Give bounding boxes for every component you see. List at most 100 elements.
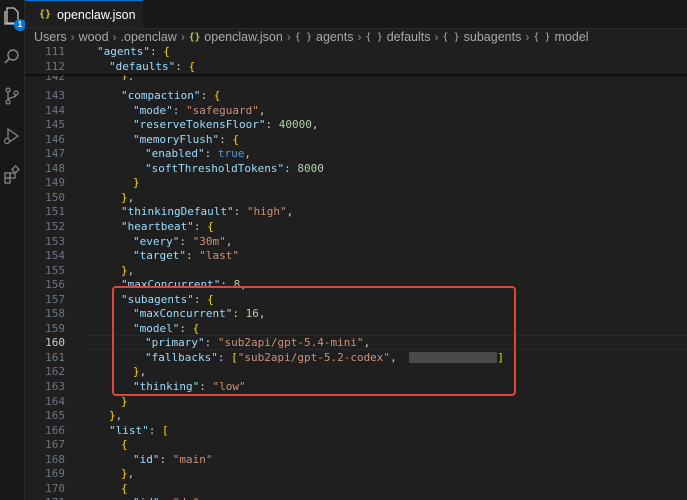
breadcrumb-item[interactable]: Users: [34, 30, 67, 44]
breadcrumb-item[interactable]: defaults: [387, 30, 431, 44]
line-number: 151: [45, 205, 65, 219]
line-number: 153: [45, 234, 65, 248]
code-text: "target": "last": [133, 249, 239, 263]
chevron-right-icon: ›: [434, 30, 439, 44]
line-number: 111: [45, 45, 65, 58]
line-number: 161: [45, 350, 65, 364]
json-file-icon: {}: [188, 31, 201, 43]
object-icon: { }: [365, 31, 383, 43]
line-number: 160: [45, 336, 65, 350]
line-number: 169: [45, 467, 65, 481]
breadcrumb-item[interactable]: wood: [79, 30, 109, 44]
code-text: "enabled": true,: [145, 147, 251, 161]
code-text: "reserveTokensFloor": 40000,: [133, 118, 319, 132]
chevron-right-icon: ›: [286, 30, 291, 44]
line-number: 146: [45, 132, 65, 146]
code-line[interactable]: 170 {: [25, 481, 687, 496]
code-line[interactable]: 147 "enabled": true,: [25, 146, 687, 161]
code-line[interactable]: 145 "reserveTokensFloor": 40000,: [25, 117, 687, 132]
line-number: 112: [45, 60, 65, 73]
code-text: "every": "30m",: [133, 234, 233, 248]
line-number: 167: [45, 438, 65, 452]
line-number: 150: [45, 190, 65, 204]
code-line[interactable]: 166 "list": [: [25, 423, 687, 438]
code-text: {: [121, 481, 128, 495]
line-number: 143: [45, 89, 65, 102]
line-number: 163: [45, 380, 65, 393]
code-text: },: [121, 467, 135, 481]
sticky-scroll-line[interactable]: 112 "defaults": {: [25, 59, 687, 74]
code-line[interactable]: 152 "heartbeat": {: [25, 219, 687, 234]
line-number: 166: [45, 423, 65, 437]
sticky-scroll-shadow: [25, 74, 687, 77]
code-line[interactable]: 150},: [25, 190, 687, 205]
code-line[interactable]: 153 "every": "30m",: [25, 234, 687, 249]
chevron-right-icon: ›: [70, 30, 75, 44]
line-number: 154: [45, 249, 65, 263]
breadcrumb-item[interactable]: .openclaw: [121, 30, 177, 44]
explorer-icon[interactable]: 1: [2, 6, 26, 31]
code-line[interactable]: 171 "id": "dm": [25, 495, 687, 500]
line-number: 145: [45, 118, 65, 132]
code-line[interactable]: 167 {: [25, 437, 687, 452]
sticky-scroll-line[interactable]: 111 "agents": {: [25, 44, 687, 59]
code-text: "id": "dm": [133, 495, 199, 500]
line-number: 158: [45, 307, 65, 321]
code-text: },: [121, 190, 135, 204]
tab-title: openclaw.json: [57, 7, 136, 22]
object-icon: { }: [533, 31, 551, 43]
code-line[interactable]: 144 "mode": "safeguard",: [25, 103, 687, 118]
code-text: "softThresholdTokens": 8000: [145, 161, 324, 175]
activity-bar: 1: [0, 0, 26, 500]
line-number: 144: [45, 103, 65, 117]
line-number: 157: [45, 292, 65, 306]
code-text: }: [133, 176, 140, 190]
chevron-right-icon: ›: [357, 30, 362, 44]
code-line[interactable]: 146 "memoryFlush": {: [25, 132, 687, 147]
tab-openclaw-json[interactable]: {} openclaw.json: [25, 0, 143, 28]
code-text: },: [121, 263, 135, 277]
red-annotation-box: [112, 286, 516, 396]
line-number: 147: [45, 147, 65, 161]
code-text: "compaction": {: [121, 89, 221, 102]
line-number: 152: [45, 219, 65, 233]
line-number: 168: [45, 452, 65, 466]
chevron-right-icon: ›: [180, 30, 185, 44]
code-line[interactable]: 154 "target": "last": [25, 248, 687, 263]
line-number: 149: [45, 176, 65, 190]
object-icon: { }: [294, 31, 312, 43]
line-number: 159: [45, 321, 65, 335]
breadcrumb-item[interactable]: agents: [316, 30, 354, 44]
breadcrumb: Users › wood › .openclaw › {} openclaw.j…: [34, 29, 687, 45]
chevron-right-icon: ›: [112, 30, 117, 44]
code-line[interactable]: 168 "id": "main": [25, 452, 687, 467]
code-line[interactable]: 148 "softThresholdTokens": 8000: [25, 161, 687, 176]
code-line[interactable]: 169},: [25, 466, 687, 481]
run-debug-icon[interactable]: [2, 126, 22, 146]
code-line[interactable]: 149}: [25, 175, 687, 190]
code-text: "heartbeat": {: [121, 219, 214, 233]
code-text: "list": [: [109, 423, 169, 437]
search-icon[interactable]: [2, 47, 22, 67]
code-line[interactable]: 165},: [25, 408, 687, 423]
code-line[interactable]: 155},: [25, 263, 687, 278]
extensions-icon[interactable]: [2, 165, 22, 185]
line-number: 148: [45, 161, 65, 175]
code-text: {: [121, 438, 128, 452]
line-number: 155: [45, 263, 65, 277]
code-text: "id": "main": [133, 452, 213, 466]
code-line[interactable]: 143 "compaction": {: [25, 88, 687, 103]
source-control-icon[interactable]: [2, 86, 22, 106]
breadcrumb-item[interactable]: model: [555, 30, 589, 44]
tab-bar: {} openclaw.json: [25, 0, 687, 29]
breadcrumb-item[interactable]: openclaw.json: [204, 30, 283, 44]
json-file-icon: {}: [39, 9, 52, 20]
line-number: 156: [45, 278, 65, 292]
code-text: },: [109, 409, 123, 423]
line-number: 170: [45, 481, 65, 495]
object-icon: { }: [442, 31, 460, 43]
code-line[interactable]: 151 "thinkingDefault": "high",: [25, 204, 687, 219]
code-text: "thinkingDefault": "high",: [121, 205, 294, 219]
breadcrumb-item[interactable]: subagents: [464, 30, 522, 44]
code-editor[interactable]: 111"agents": {112"defaults": {142},143"c…: [25, 44, 687, 500]
